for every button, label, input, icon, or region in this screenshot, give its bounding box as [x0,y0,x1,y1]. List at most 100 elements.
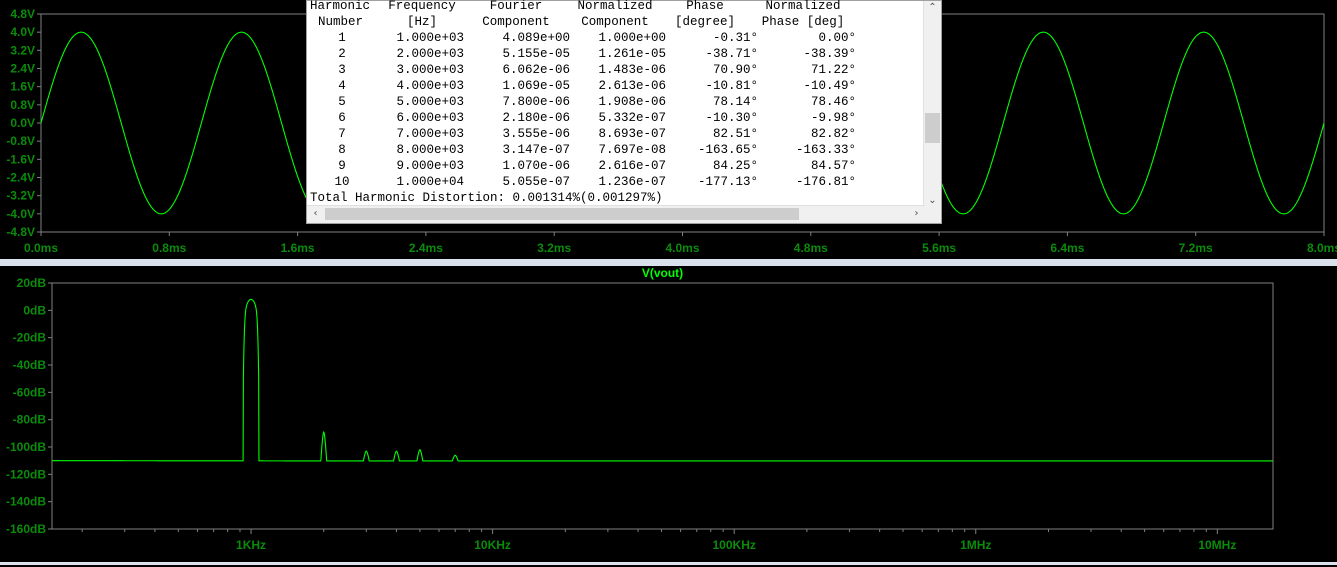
y-tick-label: -2.4V [6,171,35,185]
fft-plot[interactable]: V(vout) 20dB 0dB -20dB -40dB -60dB -80dB -100dB… [0,266,1337,562]
header-cell: Phase [686,0,724,13]
fourier-cell: -0.31° [712,31,758,45]
fourier-cell: -10.49° [803,79,856,93]
fourier-cell: 6.000e+03 [396,111,464,125]
fourier-header-row-1: Harmonic Frequency Fourier Normalized Ph… [310,0,925,14]
fourier-cell: 82.51° [712,127,758,141]
fourier-cell: 78.46° [810,95,856,109]
x-tick-label: 4.0ms [665,241,699,255]
y-tick-label: -4.0V [6,207,35,221]
fourier-cell: -38.39° [803,47,856,61]
fourier-cell: -10.30° [705,111,758,125]
x-tick-label: 10MHz [1198,538,1236,552]
fourier-cell: 6 [338,111,346,125]
chevron-up-icon[interactable]: ⌃ [924,0,941,16]
y-tick-label: 1.6V [10,80,35,94]
fourier-cell: -177.13° [697,175,758,189]
y-tick-label: -160dB [6,522,46,536]
fourier-cell: 1.261e-05 [598,47,666,61]
fourier-text-area[interactable]: Harmonic Frequency Fourier Normalized Ph… [310,0,925,204]
x-tick-label: 3.2ms [537,241,571,255]
y-tick-label: -0.8V [6,134,35,148]
fourier-cell: -163.33° [795,143,856,157]
fourier-cell: 1 [338,31,346,45]
fourier-cell: 6.062e-06 [502,63,570,77]
fft-plot-title: V(vout) [642,266,683,280]
fourier-cell: 78.14° [712,95,758,109]
fourier-cell: 7 [338,127,346,141]
y-tick-label: 4.8V [10,7,35,21]
fourier-cell: 8.000e+03 [396,143,464,157]
horizontal-scrollbar[interactable]: ‹ › [307,205,925,223]
fourier-cell: 2.616e-07 [598,159,666,173]
y-tick-label: 0dB [23,303,46,317]
chevron-left-icon[interactable]: ‹ [307,205,324,222]
fourier-table-row: 5 5.000e+03 7.800e-06 1.908e-06 78.14° 78.46° [310,94,925,110]
y-tick-label: -1.6V [6,152,35,166]
fourier-cell: 9 [338,159,346,173]
header-cell: [degree] [674,15,735,29]
fourier-analysis-window[interactable]: Harmonic Frequency Fourier Normalized Ph… [306,0,942,224]
pane-splitter[interactable] [0,259,1337,266]
fourier-cell: 1.070e-06 [502,159,570,173]
fourier-cell: 1.236e-07 [598,175,666,189]
y-tick-label: -20dB [13,331,47,345]
x-tick-label: 0.0ms [24,241,58,255]
fourier-table-row: 7 7.000e+03 3.555e-06 8.693e-07 82.51° 82.82° [310,126,925,142]
fourier-cell: 1.000e+04 [396,175,464,189]
x-tick-label: 2.4ms [409,241,443,255]
vertical-scrollbar[interactable]: ⌃ ⌄ [923,1,941,207]
fourier-cell: 1.000e+03 [396,31,464,45]
fourier-cell: 2.000e+03 [396,47,464,61]
fourier-cell: 3.555e-06 [502,127,570,141]
y-tick-label: -4.8V [6,225,35,239]
x-tick-label: 8.0ms [1307,241,1337,255]
fourier-cell: -10.81° [705,79,758,93]
fourier-cell: 1.908e-06 [598,95,666,109]
fourier-table-row: 6 6.000e+03 2.180e-06 5.332e-07 -10.30° -9.98… [310,110,925,126]
fourier-cell: 7.697e-08 [598,143,666,157]
header-cell: Normalized [577,0,653,13]
fourier-rows: 1 1.000e+03 4.089e+00 1.000e+00 -0.31° 0.00° 2… [310,30,925,190]
header-cell: Component [482,15,550,29]
fourier-cell: 1.069e-05 [502,79,570,93]
fourier-cell: 84.57° [810,159,856,173]
fourier-cell: 5 [338,95,346,109]
fourier-cell: 1.483e-06 [598,63,666,77]
chevron-right-icon[interactable]: › [908,205,925,222]
fourier-cell: 4 [338,79,346,93]
vertical-scroll-thumb[interactable] [925,113,940,143]
fourier-cell: 10 [334,175,350,189]
fourier-cell: 5.055e-07 [502,175,570,189]
fourier-table-row: 3 3.000e+03 6.062e-06 1.483e-06 70.90° 71.22° [310,62,925,78]
y-tick-label: -40dB [13,358,47,372]
resize-grip-icon[interactable] [924,206,941,223]
y-tick-label: -120dB [6,467,46,481]
y-tick-label: 3.2V [10,43,35,57]
fourier-cell: 3 [338,63,346,77]
fourier-cell: 5.332e-07 [598,111,666,125]
header-cell: Number [318,15,364,29]
fourier-cell: 5.000e+03 [396,95,464,109]
fourier-cell: -38.71° [705,47,758,61]
fourier-table-row: 2 2.000e+03 5.155e-05 1.261e-05 -38.71° -38.3… [310,46,925,62]
fourier-cell: 7.000e+03 [396,127,464,141]
y-tick-label: 0.8V [10,98,35,112]
fourier-cell: -176.81° [795,175,856,189]
fourier-cell: 4.089e+00 [502,31,570,45]
fourier-cell: 2.180e-06 [502,111,570,125]
thd-line: Total Harmonic Distortion: 0.001314%(0.0… [310,190,925,204]
fft-trace [52,298,1273,462]
x-tick-label: 0.8ms [152,241,186,255]
header-cell: Normalized [765,0,841,13]
horizontal-scroll-thumb[interactable] [325,208,799,220]
y-tick-label: 2.4V [10,62,35,76]
x-tick-label: 1MHz [960,538,991,552]
fourier-cell: 3.147e-07 [502,143,570,157]
fft-pane[interactable]: V(vout) 20dB 0dB -20dB -40dB -60dB -80dB -100dB… [0,266,1337,562]
plot-frame [51,282,1274,530]
fourier-cell: 4.000e+03 [396,79,464,93]
header-cell: Harmonic [310,0,371,13]
x-tick-label: 6.4ms [1050,241,1084,255]
fourier-cell: -9.98° [810,111,856,125]
